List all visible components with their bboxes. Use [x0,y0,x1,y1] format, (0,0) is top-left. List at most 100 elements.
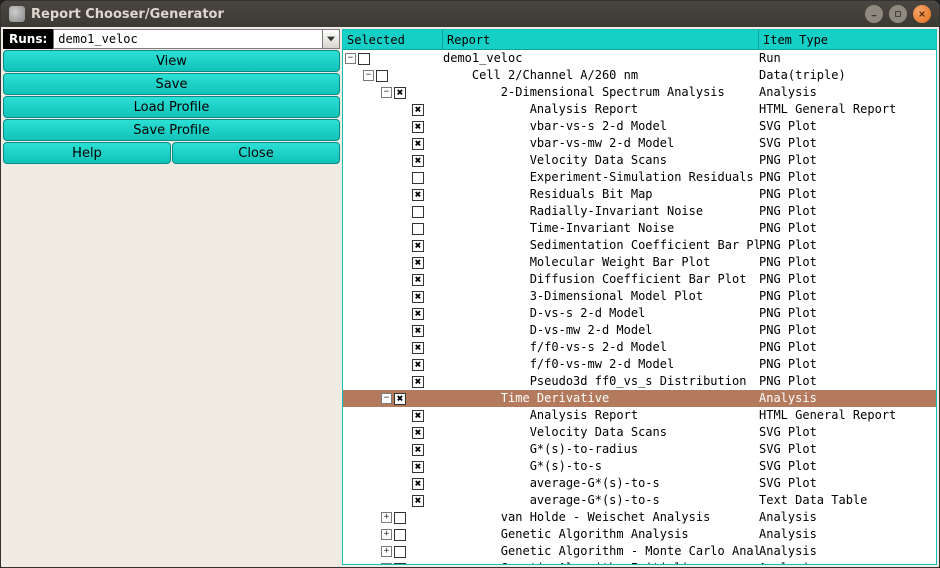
tree-row[interactable]: Radially-Invariant NoisePNG Plot [343,203,936,220]
tree-row[interactable]: ✖ Analysis ReportHTML General Report [343,101,936,118]
checkbox[interactable] [376,70,388,82]
tree-row[interactable]: + van Holde - Weischet AnalysisAnalysis [343,509,936,526]
header-report[interactable]: Report [443,30,759,49]
tree-row-selected-cell [343,169,443,186]
tree-row[interactable]: ✖ G*(s)-to-radiusSVG Plot [343,441,936,458]
view-button[interactable]: View [3,50,340,72]
checkbox[interactable]: ✖ [412,410,424,422]
tree-row-selected-cell: ✖ [343,271,443,288]
expand-icon[interactable]: + [381,546,392,557]
header-selected[interactable]: Selected [343,30,443,49]
checkbox[interactable]: ✖ [412,189,424,201]
checkbox[interactable]: ✖ [394,393,406,405]
tree-row[interactable]: Experiment-Simulation ResidualsPNG Plot [343,169,936,186]
tree-row[interactable]: + Genetic Algorithm InitializeAnalysis [343,560,936,564]
checkbox[interactable] [394,512,406,524]
checkbox[interactable]: ✖ [412,478,424,490]
close-button[interactable]: Close [172,142,340,164]
tree-row-selected-cell: ✖ [343,118,443,135]
help-button[interactable]: Help [3,142,171,164]
checkbox[interactable]: ✖ [412,342,424,354]
tree-row-item-type: PNG Plot [759,254,936,271]
tree-row[interactable]: −✖ Time DerivativeAnalysis [343,390,936,407]
tree-row-report: Sedimentation Coefficient Bar Plot [443,237,759,254]
checkbox[interactable]: ✖ [412,359,424,371]
tree-row-report: Time-Invariant Noise [443,220,759,237]
tree-row-item-type: Analysis [759,390,936,407]
tree-body[interactable]: −demo1_velocRun− Cell 2/Channel A/260 nm… [343,50,936,564]
tree-row[interactable]: ✖ f/f0-vs-mw 2-d ModelPNG Plot [343,356,936,373]
checkbox[interactable]: ✖ [412,274,424,286]
tree-row[interactable]: ✖ 3-Dimensional Model PlotPNG Plot [343,288,936,305]
tree-row[interactable]: ✖ Analysis ReportHTML General Report [343,407,936,424]
tree-row-item-type: HTML General Report [759,101,936,118]
checkbox[interactable]: ✖ [412,308,424,320]
checkbox[interactable]: ✖ [412,444,424,456]
header-item-type[interactable]: Item Type [759,30,936,49]
tree-row[interactable]: ✖ Velocity Data ScansPNG Plot [343,152,936,169]
checkbox[interactable]: ✖ [412,155,424,167]
collapse-icon[interactable]: − [381,393,392,404]
window-title: Report Chooser/Generator [31,7,224,22]
collapse-icon[interactable]: − [345,53,356,64]
expand-icon[interactable]: + [381,529,392,540]
save-button[interactable]: Save [3,73,340,95]
tree-row[interactable]: − Cell 2/Channel A/260 nmData(triple) [343,67,936,84]
checkbox[interactable] [394,563,406,565]
window-close-button[interactable] [913,5,931,23]
tree-row[interactable]: Time-Invariant NoisePNG Plot [343,220,936,237]
tree-row[interactable]: ✖ Molecular Weight Bar PlotPNG Plot [343,254,936,271]
tree-row[interactable]: + Genetic Algorithm - Monte Carlo Analys… [343,543,936,560]
load-profile-button[interactable]: Load Profile [3,96,340,118]
checkbox[interactable] [412,223,424,235]
tree-row[interactable]: ✖ D-vs-s 2-d ModelPNG Plot [343,305,936,322]
tree-row[interactable]: ✖ Residuals Bit MapPNG Plot [343,186,936,203]
tree-row[interactable]: ✖ Diffusion Coefficient Bar PlotPNG Plot [343,271,936,288]
checkbox[interactable]: ✖ [412,257,424,269]
checkbox[interactable] [394,529,406,541]
checkbox[interactable] [358,53,370,65]
tree-row[interactable]: ✖ average-G*(s)-to-sSVG Plot [343,475,936,492]
tree-row[interactable]: ✖ average-G*(s)-to-sText Data Table [343,492,936,509]
checkbox[interactable]: ✖ [412,240,424,252]
checkbox[interactable]: ✖ [412,427,424,439]
tree-row[interactable]: ✖ f/f0-vs-s 2-d ModelPNG Plot [343,339,936,356]
window-minimize-button[interactable] [865,5,883,23]
checkbox[interactable]: ✖ [412,376,424,388]
collapse-icon[interactable]: − [363,70,374,81]
tree-row[interactable]: ✖ Pseudo3d ff0_vs_s DistributionPNG Plot [343,373,936,390]
checkbox[interactable]: ✖ [412,138,424,150]
runs-input[interactable] [53,29,322,49]
tree-row[interactable]: −✖ 2-Dimensional Spectrum AnalysisAnalys… [343,84,936,101]
tree-row[interactable]: + Genetic Algorithm AnalysisAnalysis [343,526,936,543]
window-maximize-button[interactable] [889,5,907,23]
checkbox[interactable]: ✖ [412,291,424,303]
tree-row-report: vbar-vs-s 2-d Model [443,118,759,135]
runs-select[interactable] [53,29,340,49]
tree-row[interactable]: ✖ Velocity Data ScansSVG Plot [343,424,936,441]
checkbox[interactable]: ✖ [412,461,424,473]
checkbox[interactable] [394,546,406,558]
expand-icon[interactable]: + [381,512,392,523]
tree-row[interactable]: ✖ vbar-vs-mw 2-d ModelSVG Plot [343,135,936,152]
checkbox[interactable] [412,206,424,218]
tree-row[interactable]: ✖ vbar-vs-s 2-d ModelSVG Plot [343,118,936,135]
checkbox[interactable]: ✖ [412,495,424,507]
tree-row-item-type: PNG Plot [759,271,936,288]
tree-row[interactable]: ✖ Sedimentation Coefficient Bar PlotPNG … [343,237,936,254]
checkbox[interactable] [412,172,424,184]
tree-row-item-type: PNG Plot [759,152,936,169]
save-profile-button[interactable]: Save Profile [3,119,340,141]
checkbox[interactable]: ✖ [394,87,406,99]
tree-row[interactable]: ✖ D-vs-mw 2-d ModelPNG Plot [343,322,936,339]
runs-dropdown-button[interactable] [322,29,340,49]
tree-row-report: Genetic Algorithm Analysis [443,526,759,543]
checkbox[interactable]: ✖ [412,104,424,116]
tree-row[interactable]: −demo1_velocRun [343,50,936,67]
collapse-icon[interactable]: − [381,87,392,98]
checkbox[interactable]: ✖ [412,325,424,337]
expand-icon[interactable]: + [381,563,392,564]
tree-row-selected-cell: ✖ [343,373,443,390]
tree-row[interactable]: ✖ G*(s)-to-sSVG Plot [343,458,936,475]
checkbox[interactable]: ✖ [412,121,424,133]
